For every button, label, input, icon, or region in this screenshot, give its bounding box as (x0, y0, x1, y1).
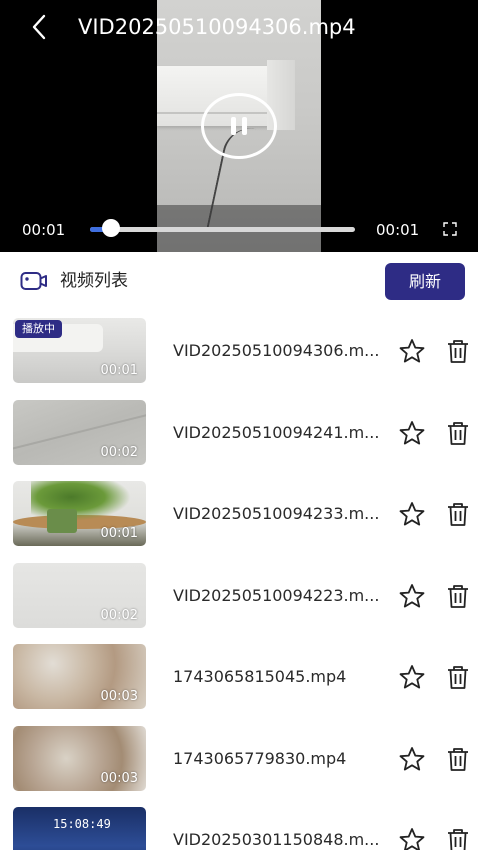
thumbnail-duration: 00:01 (100, 526, 138, 541)
current-time: 00:01 (22, 221, 66, 239)
video-list-item[interactable]: 15:08:49 VID20250301150848.m... (0, 807, 478, 850)
star-icon[interactable] (398, 338, 426, 364)
playing-badge: 播放中 (15, 320, 62, 338)
star-icon[interactable] (398, 583, 426, 609)
video-list-title: 视频列表 (60, 271, 128, 291)
video-thumbnail[interactable]: 播放中 00:01 (13, 318, 146, 383)
video-file-name[interactable]: VID20250510094223.m... (173, 585, 379, 607)
video-list-item[interactable]: 00:03 1743065779830.mp4 (0, 726, 478, 807)
thumbnail-duration: 00:02 (100, 445, 138, 460)
fullscreen-icon[interactable] (443, 222, 457, 236)
pause-icon (231, 117, 236, 135)
video-thumbnail[interactable]: 00:03 (13, 726, 146, 791)
star-icon[interactable] (398, 827, 426, 850)
video-thumbnail[interactable]: 15:08:49 (13, 807, 146, 850)
video-list-item[interactable]: 00:01 VID20250510094233.m... (0, 481, 478, 562)
video-player[interactable]: VID20250510094306.mp4 00:01 00:01 (0, 0, 478, 252)
video-list-item[interactable]: 播放中 00:01 VID20250510094306.m... (0, 318, 478, 399)
video-list-item[interactable]: 00:02 VID20250510094223.m... (0, 563, 478, 644)
thumbnail-clock-text: 15:08:49 (53, 817, 111, 831)
trash-icon[interactable] (445, 420, 471, 446)
thumbnail-duration: 00:01 (100, 363, 138, 378)
star-icon[interactable] (398, 746, 426, 772)
seek-handle[interactable] (102, 219, 121, 237)
video-list-item[interactable]: 00:02 VID20250510094241.m... (0, 400, 478, 481)
total-duration: 00:01 (376, 221, 420, 239)
refresh-button[interactable]: 刷新 (385, 263, 465, 300)
video-file-name[interactable]: 1743065815045.mp4 (173, 666, 346, 688)
video-file-name[interactable]: 1743065779830.mp4 (173, 748, 346, 770)
video-file-name[interactable]: VID20250301150848.m... (173, 829, 379, 850)
trash-icon[interactable] (445, 664, 471, 690)
thumbnail-duration: 00:03 (100, 771, 138, 786)
thumbnail-detail (31, 481, 131, 521)
thumbnail-detail (47, 509, 77, 533)
video-thumbnail[interactable]: 00:02 (13, 400, 146, 465)
pause-icon (242, 117, 247, 135)
trash-icon[interactable] (445, 501, 471, 527)
trash-icon[interactable] (445, 827, 471, 850)
video-file-name[interactable]: VID20250510094233.m... (173, 503, 379, 525)
star-icon[interactable] (398, 501, 426, 527)
video-thumbnail[interactable]: 00:01 (13, 481, 146, 546)
video-thumbnail[interactable]: 00:02 (13, 563, 146, 628)
video-thumbnail[interactable]: 00:03 (13, 644, 146, 709)
trash-icon[interactable] (445, 338, 471, 364)
video-list-item[interactable]: 00:03 1743065815045.mp4 (0, 644, 478, 725)
star-icon[interactable] (398, 664, 426, 690)
trash-icon[interactable] (445, 746, 471, 772)
back-arrow-icon[interactable] (28, 12, 52, 42)
seek-bar[interactable] (90, 227, 355, 232)
thumbnail-duration: 00:03 (100, 689, 138, 704)
video-camera-icon (20, 272, 47, 290)
pause-button[interactable] (201, 93, 277, 159)
video-file-name[interactable]: VID20250510094241.m... (173, 422, 379, 444)
video-title: VID20250510094306.mp4 (78, 15, 356, 39)
thumbnail-duration: 00:02 (100, 608, 138, 623)
video-file-name[interactable]: VID20250510094306.m... (173, 340, 379, 362)
trash-icon[interactable] (445, 583, 471, 609)
star-icon[interactable] (398, 420, 426, 446)
